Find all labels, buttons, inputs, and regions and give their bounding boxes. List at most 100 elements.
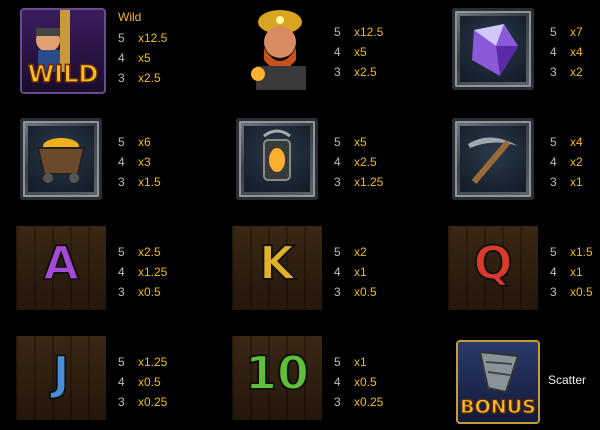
mine-cart-icon <box>36 138 86 183</box>
match-count: 3 <box>334 285 341 299</box>
paytable-miner: 5 x12.5 4 x5 3 x2.5 <box>216 0 416 100</box>
wild-label: Wild <box>118 10 142 24</box>
match-count: 5 <box>118 31 125 45</box>
match-count: 5 <box>118 135 125 149</box>
ten-symbol: 10 <box>232 336 322 420</box>
payout-multiplier: x1 <box>570 265 583 279</box>
scatter-label: Scatter <box>548 373 587 387</box>
pay-row: 4 x2.5 <box>334 152 383 172</box>
pay-row: 5 x5 <box>334 132 383 152</box>
match-count: 4 <box>550 265 557 279</box>
pay-row: 4 x0.5 <box>334 372 383 392</box>
payout-multiplier: x12.5 <box>138 31 168 45</box>
paytable-crystal: 5 x7 4 x4 3 x2 <box>432 0 600 100</box>
pay-row: 5 x7 <box>550 22 583 42</box>
match-count: 4 <box>334 155 341 169</box>
paytable-gold-cart: 5 x6 4 x3 3 x1.5 <box>0 110 200 210</box>
pay-row: 4 x2 <box>550 152 583 172</box>
pickaxe-symbol <box>452 118 534 200</box>
match-count: 4 <box>118 265 125 279</box>
letter-j: J <box>51 345 70 401</box>
payout-multiplier: x0.25 <box>138 395 168 409</box>
payout-multiplier: x2.5 <box>354 65 377 79</box>
payout-multiplier: x5 <box>354 45 367 59</box>
payout-multiplier: x12.5 <box>354 25 384 39</box>
match-count: 5 <box>118 245 125 259</box>
pay-row: 5 x4 <box>550 132 583 152</box>
payout-multiplier: x0.5 <box>138 285 161 299</box>
k-symbol: K <box>232 226 322 310</box>
match-count: 5 <box>334 245 341 259</box>
payout-multiplier: x1.25 <box>138 355 168 369</box>
match-count: 3 <box>118 175 125 189</box>
pay-row: 5 x1.25 <box>118 352 167 372</box>
match-count: 3 <box>118 395 125 409</box>
paytable-pickaxe: 5 x4 4 x2 3 x1 <box>432 110 600 210</box>
pay-row: 3 x0.5 <box>118 282 167 302</box>
payout-multiplier: x4 <box>570 135 583 149</box>
match-count: 4 <box>334 45 341 59</box>
payout-multiplier: x4 <box>570 45 583 59</box>
match-count: 4 <box>550 45 557 59</box>
match-count: 3 <box>118 71 125 85</box>
letter-k: K <box>258 235 296 291</box>
pay-row: 3 x1.25 <box>334 172 383 192</box>
crystal-symbol <box>452 8 534 90</box>
payout-multiplier: x2 <box>354 245 367 259</box>
lantern-symbol <box>236 118 318 200</box>
pay-row: 3 x0.5 <box>550 282 593 302</box>
q-symbol: Q <box>448 226 538 310</box>
bonus-symbol: BONUS <box>456 340 540 424</box>
paytable-lantern: 5 x5 4 x2.5 3 x1.25 <box>216 110 416 210</box>
payout-multiplier: x0.5 <box>138 375 161 389</box>
pay-row: 3 x0.25 <box>118 392 167 412</box>
pay-row: 4 x0.5 <box>118 372 167 392</box>
match-count: 5 <box>334 135 341 149</box>
payout-multiplier: x7 <box>570 25 583 39</box>
match-count: 5 <box>550 245 557 259</box>
payout-multiplier: x1.25 <box>354 175 384 189</box>
match-count: 4 <box>118 155 125 169</box>
match-count: 5 <box>550 135 557 149</box>
pay-row: 5 x12.5 <box>334 22 383 42</box>
payout-multiplier: x1.25 <box>138 265 168 279</box>
match-count: 3 <box>550 65 557 79</box>
payout-multiplier: x0.25 <box>354 395 384 409</box>
pay-row: 5 x12.5 <box>118 28 167 48</box>
letter-q: Q <box>472 235 513 291</box>
match-count: 3 <box>334 395 341 409</box>
match-count: 3 <box>550 285 557 299</box>
match-count: 3 <box>118 285 125 299</box>
payout-multiplier: x2 <box>570 65 583 79</box>
crystal-icon <box>472 24 518 76</box>
bonus-badge: BONUS <box>460 395 537 418</box>
payout-multiplier: x5 <box>138 51 151 65</box>
match-count: 3 <box>334 175 341 189</box>
pay-row: 5 x1 <box>334 352 383 372</box>
match-count: 4 <box>334 265 341 279</box>
payout-multiplier: x1 <box>570 175 583 189</box>
wild-badge: WILD <box>27 59 99 89</box>
pay-row: 4 x3 <box>118 152 161 172</box>
pay-row: 4 x5 <box>334 42 383 62</box>
pay-row: 5 x2 <box>334 242 377 262</box>
match-count: 4 <box>118 375 125 389</box>
letter-10: 10 <box>244 345 310 401</box>
pickaxe-icon <box>468 137 518 184</box>
match-count: 3 <box>550 175 557 189</box>
pay-row: 3 x2.5 <box>334 62 383 82</box>
wild-symbol: WILD <box>20 8 106 94</box>
match-count: 5 <box>334 355 341 369</box>
payout-multiplier: x0.5 <box>354 375 377 389</box>
pay-row: 3 x0.5 <box>334 282 377 302</box>
lantern-icon <box>263 129 291 181</box>
pay-row: 3 x2.5 <box>118 68 167 88</box>
pay-row: 4 x1 <box>550 262 593 282</box>
paytable-10: 10 5 x1 4 x0.5 3 x0.25 <box>216 330 416 430</box>
match-count: 4 <box>118 51 125 65</box>
paytable-a: A 5 x2.5 4 x1.25 3 x0.5 <box>0 220 200 320</box>
payout-multiplier: x0.5 <box>354 285 377 299</box>
gold-cart-symbol <box>20 118 102 200</box>
payout-multiplier: x1 <box>354 355 367 369</box>
paytable-k: K 5 x2 4 x1 3 x0.5 <box>216 220 416 320</box>
